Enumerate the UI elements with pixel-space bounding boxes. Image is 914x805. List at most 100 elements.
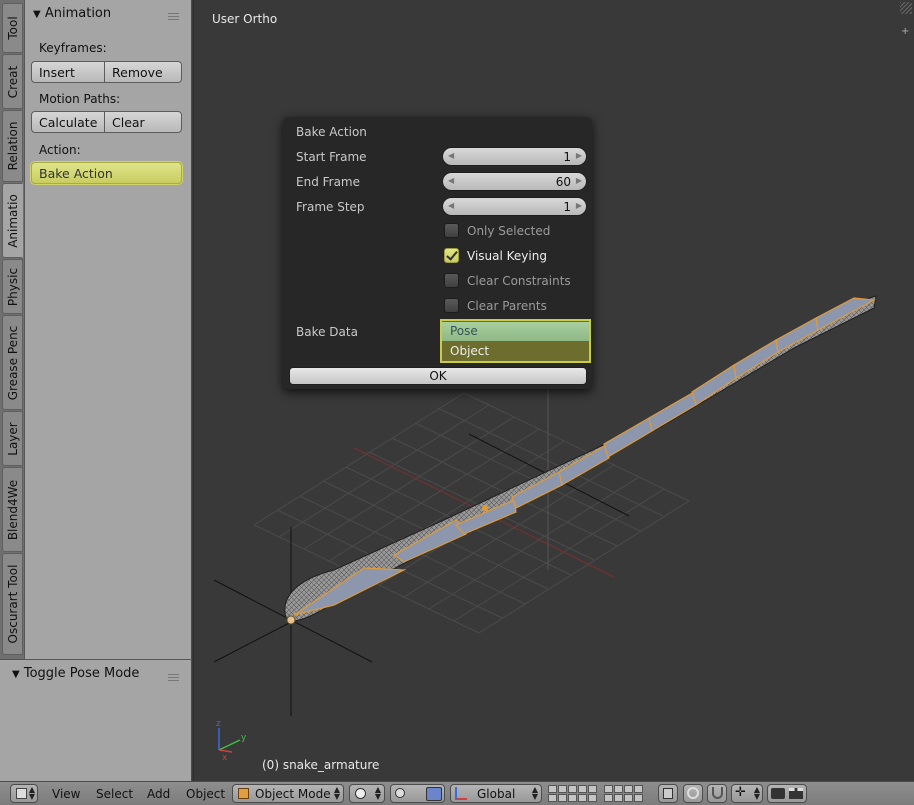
pivot-point-icon bbox=[395, 788, 405, 798]
clear-constraints-checkbox[interactable] bbox=[444, 273, 459, 288]
decrement-arrow-icon[interactable]: ◀ bbox=[448, 176, 454, 185]
select-menu[interactable]: Select bbox=[96, 787, 133, 801]
tab-relations[interactable]: Relation bbox=[2, 110, 23, 182]
tab-blend4web[interactable]: Blend4We bbox=[2, 467, 23, 552]
increment-arrow-icon[interactable]: ▶ bbox=[576, 201, 582, 210]
up-down-arrows-icon: ▲ ▼ bbox=[333, 785, 340, 801]
viewport-shading-selector[interactable]: ▲ ▼ bbox=[349, 784, 385, 803]
layer-9[interactable] bbox=[578, 794, 587, 802]
axis-x-label: x bbox=[222, 753, 228, 763]
increment-arrow-icon[interactable]: ▶ bbox=[576, 176, 582, 185]
tab-create[interactable]: Creat bbox=[2, 54, 23, 109]
layer-3[interactable] bbox=[568, 785, 577, 793]
only-selected-checkbox[interactable] bbox=[444, 223, 459, 238]
mode-selector[interactable]: Object Mode ▲ ▼ bbox=[232, 784, 344, 803]
object-mode-icon bbox=[238, 788, 249, 799]
bake-data-pose-option[interactable]: Pose bbox=[442, 322, 589, 341]
tab-label: Blend4We bbox=[5, 479, 20, 540]
layer-2[interactable] bbox=[558, 785, 567, 793]
increment-arrow-icon[interactable]: ▶ bbox=[576, 151, 582, 160]
layer-14[interactable] bbox=[634, 785, 643, 793]
layer-10[interactable] bbox=[588, 794, 597, 802]
clear-parents-checkbox[interactable] bbox=[444, 298, 459, 313]
transform-orientation-selector[interactable]: Global ▲ ▼ bbox=[450, 784, 542, 803]
origin-point bbox=[286, 615, 296, 625]
layer-buttons[interactable] bbox=[548, 782, 652, 805]
layer-7[interactable] bbox=[558, 794, 567, 802]
tab-tool[interactable]: Tool bbox=[2, 3, 23, 53]
tab-label: Physic bbox=[5, 267, 20, 306]
ok-button[interactable]: OK bbox=[289, 367, 587, 385]
tool-shelf: ▼ Animation Keyframes: Insert Remove Mot… bbox=[25, 0, 192, 659]
layer-19[interactable] bbox=[634, 794, 643, 802]
remove-keyframe-button[interactable]: Remove bbox=[105, 61, 182, 83]
layer-6[interactable] bbox=[548, 794, 557, 802]
object-menu[interactable]: Object bbox=[186, 787, 225, 801]
bone-joint bbox=[482, 505, 488, 511]
end-frame-field[interactable]: ◀ 60 ▶ bbox=[442, 172, 587, 191]
toggle-pose-panel-title: Toggle Pose Mode bbox=[23, 666, 140, 681]
tab-oscurart-tools[interactable]: Oscurart Tool bbox=[2, 553, 23, 655]
mode-label: Object Mode bbox=[255, 787, 331, 801]
viewport-corner-plus-icon[interactable]: + bbox=[901, 27, 910, 37]
visual-keying-checkbox[interactable] bbox=[444, 248, 459, 263]
bake-action-button[interactable]: Bake Action bbox=[31, 162, 182, 184]
clear-motion-paths-button[interactable]: Clear bbox=[105, 111, 182, 133]
up-down-arrows-icon: ▲ ▼ bbox=[374, 785, 381, 801]
visual-keying-label: Visual Keying bbox=[467, 249, 547, 263]
proportional-edit-toggle[interactable] bbox=[683, 784, 703, 803]
layer-lock-toggle[interactable] bbox=[658, 784, 678, 803]
snap-target-icon: ✛ bbox=[735, 785, 746, 800]
frame-step-field[interactable]: ◀ 1 ▶ bbox=[442, 197, 587, 216]
tab-physics[interactable]: Physic bbox=[2, 259, 23, 314]
active-object-info: (0) snake_armature bbox=[262, 758, 380, 772]
render-buttons[interactable] bbox=[767, 784, 807, 803]
decrement-arrow-icon[interactable]: ◀ bbox=[448, 201, 454, 210]
tab-label: Animatio bbox=[5, 193, 20, 248]
view-menu[interactable]: View bbox=[52, 787, 80, 801]
layer-16[interactable] bbox=[604, 794, 613, 802]
layer-12[interactable] bbox=[614, 785, 623, 793]
clapboard-icon bbox=[789, 788, 803, 799]
panel-drag-grip-icon[interactable] bbox=[168, 674, 179, 681]
insert-keyframe-button[interactable]: Insert bbox=[31, 61, 105, 83]
decrement-arrow-icon[interactable]: ◀ bbox=[448, 151, 454, 160]
layer-13[interactable] bbox=[624, 785, 633, 793]
viewport-header: ▲ ▼ View Select Add Object Object Mode ▲ ▼… bbox=[0, 781, 914, 805]
frame-step-value: 1 bbox=[563, 200, 571, 214]
layer-4[interactable] bbox=[578, 785, 587, 793]
tab-label: Creat bbox=[5, 65, 20, 98]
snap-element-selector[interactable]: ✛ ▲ ▼ bbox=[731, 784, 763, 803]
editor-type-selector[interactable]: ▲ ▼ bbox=[10, 784, 38, 803]
collapse-triangle-icon: ▼ bbox=[33, 9, 41, 20]
tab-grease-pencil[interactable]: Grease Penc bbox=[2, 315, 23, 410]
start-frame-value: 1 bbox=[563, 150, 571, 164]
toggle-pose-panel-header[interactable]: ▼ Toggle Pose Mode bbox=[12, 666, 139, 681]
tool-shelf-tabs: Tool Creat Relation Animatio Physic Grea… bbox=[0, 0, 25, 659]
collapse-triangle-icon: ▼ bbox=[12, 669, 20, 680]
bake-data-selector: Pose Object bbox=[440, 319, 591, 363]
bake-data-object-option[interactable]: Object bbox=[442, 342, 589, 361]
calculate-motion-paths-button[interactable]: Calculate bbox=[31, 111, 105, 133]
magnet-icon bbox=[712, 787, 723, 799]
tab-layer[interactable]: Layer bbox=[2, 411, 23, 466]
layer-17[interactable] bbox=[614, 794, 623, 802]
layer-18[interactable] bbox=[624, 794, 633, 802]
clear-parents-label: Clear Parents bbox=[467, 299, 547, 313]
panel-drag-grip-icon[interactable] bbox=[168, 13, 179, 20]
pivot-transform-group[interactable] bbox=[390, 784, 445, 803]
solid-shading-icon bbox=[355, 788, 366, 799]
start-frame-field[interactable]: ◀ 1 ▶ bbox=[442, 147, 587, 166]
action-label: Action: bbox=[39, 143, 81, 157]
axis-y-label: y bbox=[241, 733, 247, 743]
tab-animation[interactable]: Animatio bbox=[2, 183, 23, 258]
add-menu[interactable]: Add bbox=[147, 787, 170, 801]
viewport-corner-hatch-icon[interactable] bbox=[900, 2, 912, 14]
layer-11[interactable] bbox=[604, 785, 613, 793]
layer-5[interactable] bbox=[588, 785, 597, 793]
layer-1[interactable] bbox=[548, 785, 557, 793]
tab-label: Tool bbox=[5, 16, 20, 40]
layer-8[interactable] bbox=[568, 794, 577, 802]
snap-toggle[interactable] bbox=[707, 784, 727, 803]
animation-panel-header[interactable]: ▼ Animation bbox=[33, 6, 111, 21]
